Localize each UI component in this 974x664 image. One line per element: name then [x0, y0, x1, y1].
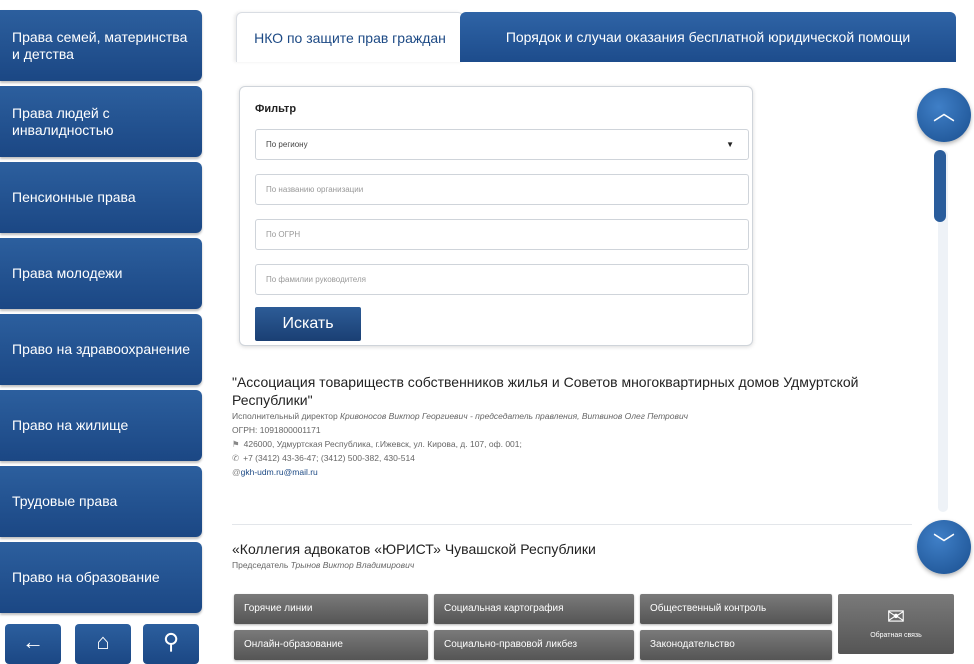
home-button[interactable]: ⌂ — [75, 624, 131, 664]
sidebar-item-family-rights[interactable]: Права семей, материнства и детства — [0, 10, 202, 81]
org-ogrn: ОГРН: 1091800001171 — [232, 425, 321, 435]
email-text: gkh-udm.ru@mail.ru — [240, 467, 318, 477]
public-control-button[interactable]: Общественный контроль — [640, 594, 832, 624]
org-address: ⚑ 426000, Удмуртская Республика, г.Ижевск… — [232, 437, 912, 451]
sidebar-item-health-rights[interactable]: Право на здравоохранение — [0, 314, 202, 385]
address-text: 426000, Удмуртская Республика, г.Ижевск,… — [243, 439, 522, 449]
scrollbar-thumb[interactable] — [934, 150, 946, 222]
org-name-input[interactable]: По названию организации — [255, 174, 749, 205]
content-panel: Фильтр По региону ▼ По названию организа… — [232, 68, 922, 588]
legislation-button[interactable]: Законодательство — [640, 630, 832, 660]
email-icon: @ — [232, 467, 241, 477]
director-name: Кривоносов Виктор Георгиевич - председат… — [340, 411, 689, 421]
director-name: Трынов Виктор Владимирович — [290, 560, 415, 570]
sidebar-item-education-rights[interactable]: Право на образование — [0, 542, 202, 613]
org-card: «Коллегия адвокатов «ЮРИСТ» Чувашской Ре… — [232, 540, 912, 572]
sidebar-item-label: Право на жилище — [12, 417, 129, 433]
sidebar-item-label: Пенсионные права — [12, 189, 136, 205]
hotlines-button[interactable]: Горячие линии — [234, 594, 428, 624]
feedback-label: Обратная связь — [870, 632, 922, 639]
region-select[interactable]: По региону ▼ — [255, 129, 749, 160]
director-prefix: Председатель — [232, 560, 291, 570]
scroll-up-button[interactable]: ︿ — [917, 88, 971, 142]
legal-literacy-button[interactable]: Социально-правовой ликбез — [434, 630, 634, 660]
sidebar-item-label: Права людей с инвалидностью — [12, 104, 114, 138]
ogrn-input[interactable]: По ОГРН — [255, 219, 749, 250]
sidebar-item-youth-rights[interactable]: Права молодежи — [0, 238, 202, 309]
region-select-value: По региону — [266, 140, 308, 149]
head-surname-placeholder: По фамилии руководителя — [266, 275, 366, 284]
director-prefix: Исполнительный директор — [232, 411, 341, 421]
ogrn-placeholder: По ОГРН — [266, 230, 301, 239]
arrow-left-icon: ← — [22, 629, 44, 654]
org-phone: ✆ +7 (3412) 43-36-47; (3412) 500-382, 430… — [232, 451, 912, 465]
sidebar-item-labor-rights[interactable]: Трудовые права — [0, 466, 202, 537]
online-education-button[interactable]: Онлайн-образование — [234, 630, 428, 660]
org-name[interactable]: "Ассоциация товариществ собственников жи… — [232, 373, 912, 409]
scroll-down-button[interactable]: ﹀ — [917, 520, 971, 574]
org-name-placeholder: По названию организации — [266, 185, 364, 194]
phone-icon: ✆ — [232, 453, 240, 463]
chevron-down-icon: ﹀ — [932, 532, 955, 557]
sidebar-item-label: Права семей, материнства и детства — [12, 28, 188, 62]
tab-free-legal-aid[interactable]: Порядок и случаи оказания бесплатной юри… — [460, 12, 956, 62]
bottom-nav: ← ⌂ ⚲ — [0, 624, 205, 664]
sidebar-item-housing-rights[interactable]: Право на жилище — [0, 390, 202, 461]
feedback-button[interactable]: ✉ Обратная связь — [838, 594, 954, 654]
divider — [232, 524, 912, 525]
dropdown-arrow-icon: ▼ — [726, 140, 734, 149]
search-submit-button[interactable]: Искать — [255, 307, 361, 341]
envelope-icon: ✉ — [886, 604, 906, 629]
search-icon: ⚲ — [162, 629, 180, 654]
org-card: "Ассоциация товариществ собственников жи… — [232, 373, 912, 479]
sidebar-item-pension-rights[interactable]: Пенсионные права — [0, 162, 202, 233]
org-name[interactable]: «Коллегия адвокатов «ЮРИСТ» Чувашской Ре… — [232, 540, 912, 558]
tab-label: НКО по защите прав граждан — [254, 29, 446, 46]
tab-bar: НКО по защите прав граждан Порядок и слу… — [216, 0, 974, 68]
filter-panel: Фильтр По региону ▼ По названию организа… — [239, 86, 753, 346]
chevron-up-icon: ︿ — [932, 100, 955, 125]
home-icon: ⌂ — [96, 629, 110, 654]
location-icon: ⚑ — [232, 439, 240, 449]
search-button[interactable]: ⚲ — [143, 624, 199, 664]
head-surname-input[interactable]: По фамилии руководителя — [255, 264, 749, 295]
filter-title: Фильтр — [255, 103, 297, 115]
org-email[interactable]: @gkh-udm.ru@mail.ru — [232, 465, 912, 479]
phone-text: +7 (3412) 43-36-47; (3412) 500-382, 430-… — [243, 453, 415, 463]
org-director: Исполнительный директор Кривоносов Викто… — [232, 409, 912, 423]
sidebar-item-label: Трудовые права — [12, 493, 118, 509]
social-mapping-button[interactable]: Социальная картография — [434, 594, 634, 624]
sidebar-item-label: Права молодежи — [12, 265, 123, 281]
sidebar-item-label: Право на образование — [12, 569, 160, 585]
sidebar-item-label: Право на здравоохранение — [12, 341, 190, 357]
tab-nko[interactable]: НКО по защите прав граждан — [236, 12, 464, 62]
sidebar: Права семей, материнства и детства Права… — [0, 0, 205, 613]
tab-label: Порядок и случаи оказания бесплатной юри… — [505, 29, 911, 45]
sidebar-item-disability-rights[interactable]: Права людей с инвалидностью — [0, 86, 202, 157]
org-director: Председатель Трынов Виктор Владимирович — [232, 558, 912, 572]
back-button[interactable]: ← — [5, 624, 61, 664]
